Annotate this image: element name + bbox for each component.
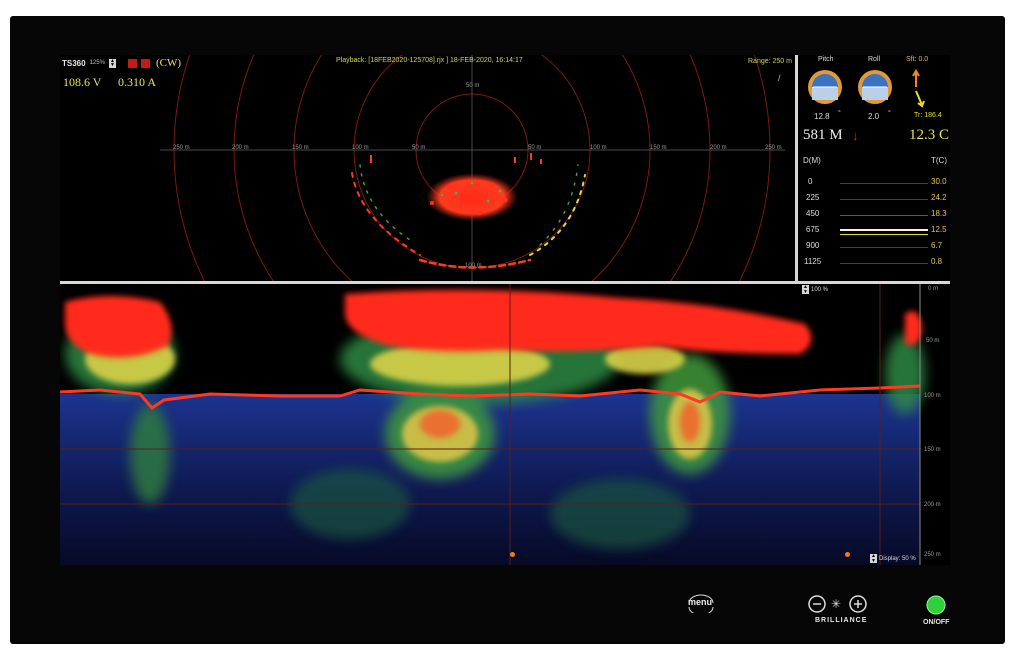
- pitch-value: 12.8: [814, 112, 830, 121]
- depth-readout: 581 M: [803, 127, 843, 143]
- roll-unit: °: [888, 110, 891, 117]
- sensor-panel: Pitch Roll Sft: 0.0 12.8 ° 2.0 ° Tr: 186…: [798, 55, 950, 281]
- range-label: Range: 250 m: [748, 58, 792, 65]
- profile-row: 450 18.3: [798, 209, 950, 223]
- minus-icon: [808, 595, 826, 613]
- menu-label: menu: [688, 597, 713, 607]
- marker-dot: [510, 552, 515, 557]
- profile-depth: 1125: [804, 257, 822, 266]
- profile-temp: 30.0: [931, 177, 947, 186]
- echogram-view: ▲ ▼ 100 % ▲ ▼ Display: 50 % 0 m 50 m 100 m…: [60, 284, 950, 565]
- echogram-graphic: [60, 284, 950, 565]
- pitch-label: Pitch: [818, 56, 834, 63]
- ring-label: 150 m: [292, 145, 309, 151]
- ring-label-top: 50 m: [466, 83, 480, 89]
- depth-tick-label: 50 m: [926, 338, 940, 344]
- profile-temp: 0.8: [931, 257, 943, 266]
- voltage-readout: 108.6 V: [63, 75, 102, 89]
- power-button[interactable]: [926, 595, 946, 615]
- temp-bar: [840, 215, 928, 216]
- menu-button[interactable]: menu: [684, 593, 718, 613]
- depth-column-header: D(M): [803, 156, 821, 165]
- profile-depth: 450: [806, 209, 820, 218]
- brilliance-decrease-button[interactable]: [808, 595, 826, 613]
- depth-tick-label: 250 m: [924, 552, 941, 558]
- temp-bar: [840, 234, 928, 235]
- mode-button-a[interactable]: [127, 58, 137, 68]
- profile-temp: 24.2: [931, 193, 947, 202]
- ring-label-bottom: 100 m: [465, 263, 482, 269]
- roll-label: Roll: [868, 56, 881, 63]
- playback-file-label: Playback: [18FEB2020-125708].rjx ] 18-FE…: [336, 57, 523, 64]
- power-icon: [926, 595, 946, 615]
- pitch-unit: °: [838, 110, 841, 117]
- profile-temp: 12.5: [931, 225, 947, 234]
- depth-tick-label: 150 m: [924, 447, 941, 453]
- ring-label: 100 m: [590, 145, 607, 151]
- roll-gauge-icon: [858, 70, 892, 104]
- profile-depth: 225: [806, 193, 820, 202]
- current-readout: 0.310 A: [118, 75, 157, 89]
- temperature-readout: 12.3 C: [909, 127, 950, 143]
- power-label: ON/OFF: [923, 619, 950, 626]
- brilliance-increase-button[interactable]: [849, 595, 867, 613]
- mode-button-b[interactable]: [140, 58, 150, 68]
- ring-label: 250 m: [765, 145, 782, 151]
- depth-arrow-icon: ↓: [852, 128, 859, 143]
- profile-depth: 675: [806, 225, 820, 234]
- brilliance-icon: ✳: [830, 597, 842, 611]
- gain-stepper[interactable]: ▲ ▼: [108, 58, 116, 68]
- brilliance-label: BRILLIANCE: [815, 617, 868, 624]
- tr-label: Tr: 186.4: [914, 112, 942, 119]
- profile-row: 225 24.2: [798, 193, 950, 207]
- shift-label: Sft: 0.0: [906, 56, 929, 63]
- temp-bar: [840, 183, 928, 184]
- display-gain-control[interactable]: ▲ ▼ Display: 50 %: [870, 554, 916, 563]
- temp-bar: [840, 199, 928, 200]
- ring-label: 200 m: [710, 145, 727, 151]
- sonar-rings-graphic: [160, 55, 785, 281]
- display-percent-label: Display: 50 %: [879, 555, 916, 562]
- depth-tick-label: 0 m: [928, 286, 939, 292]
- gain-value: 125%: [89, 60, 105, 66]
- gain-controls: TS360 125% ▲ ▼ (CW): [62, 57, 181, 69]
- sonar-model-label: TS360: [62, 58, 86, 68]
- roll-value: 2.0: [868, 112, 880, 121]
- north-marker-icon: /: [778, 73, 781, 83]
- temp-column-header: T(C): [931, 156, 947, 165]
- ring-label: 250 m: [173, 145, 190, 151]
- display-stepper[interactable]: ▲ ▼: [870, 554, 877, 563]
- temp-bar-current: [840, 229, 928, 231]
- gain-top-stepper[interactable]: ▲ ▼: [802, 285, 809, 294]
- temp-bar: [840, 247, 928, 248]
- ring-label: 100 m: [352, 145, 369, 151]
- depth-tick-label: 200 m: [924, 502, 941, 508]
- profile-row: 0 30.0: [798, 177, 950, 191]
- profile-depth: 0: [808, 177, 813, 186]
- ring-label: 50 m: [528, 145, 542, 151]
- top-percent-label: 100 %: [811, 286, 829, 293]
- heading-arrow-icon: [912, 69, 925, 108]
- depth-tick-label: 100 m: [924, 393, 941, 399]
- sonar-360-view: TS360 125% ▲ ▼ (CW) 108.6 V 0.310 A Playb…: [60, 55, 795, 281]
- temp-bar: [840, 263, 928, 264]
- marker-dot: [845, 552, 850, 557]
- profile-row: 1125 0.8: [798, 257, 950, 271]
- transmit-mode-label: (CW): [155, 57, 181, 69]
- gain-top-control[interactable]: ▲ ▼ 100 %: [802, 285, 828, 294]
- plus-icon: [849, 595, 867, 613]
- profile-temp: 18.3: [931, 209, 947, 218]
- profile-depth: 900: [806, 241, 820, 250]
- profile-row: 900 6.7: [798, 241, 950, 255]
- ring-label: 200 m: [232, 145, 249, 151]
- pitch-gauge-icon: [808, 70, 842, 104]
- profile-row: 675 12.5: [798, 225, 950, 239]
- sonar-screen: TS360 125% ▲ ▼ (CW) 108.6 V 0.310 A Playb…: [60, 55, 950, 565]
- ring-label: 50 m: [412, 145, 426, 151]
- profile-temp: 6.7: [931, 241, 943, 250]
- ring-label: 150 m: [650, 145, 667, 151]
